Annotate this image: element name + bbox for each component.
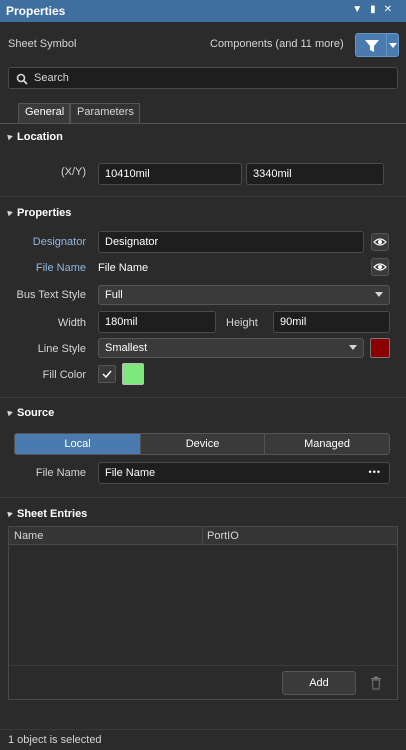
panel-title-icons: ▼▮✕ (352, 4, 400, 15)
source-section-title: Source (17, 407, 55, 419)
funnel-icon (365, 40, 379, 52)
designator-field[interactable]: Designator (98, 231, 364, 253)
fill-color-label: Fill Color (42, 369, 86, 381)
height-label: Height (226, 317, 258, 329)
filename-value[interactable]: File Name (98, 262, 148, 274)
column-header-portio[interactable]: PortIO (207, 530, 239, 542)
xy-label: (X/Y) (60, 166, 86, 178)
panel-title-bar: Properties ▼▮✕ (0, 0, 406, 22)
source-segment-local[interactable]: Local (14, 433, 141, 455)
column-header-name[interactable]: Name (14, 530, 43, 542)
source-filename-label: File Name (35, 467, 86, 479)
line-style-select[interactable]: Smallest (98, 338, 364, 358)
section-separator (0, 196, 406, 197)
y-position-field[interactable]: 3340mil (246, 163, 384, 185)
line-style-value: Smallest (105, 342, 148, 354)
eye-icon (373, 263, 387, 271)
properties-section-header[interactable]: Properties (0, 204, 406, 224)
close-icon[interactable]: ✕ (384, 4, 400, 15)
height-field[interactable]: 90mil (273, 311, 390, 333)
width-label: Width (57, 317, 86, 329)
filter-divider (386, 34, 387, 56)
filename-label: File Name (35, 262, 86, 274)
bus-text-style-value: Full (105, 289, 123, 301)
source-filename-field[interactable]: File Name ••• (98, 462, 390, 484)
location-section-header[interactable]: Location (0, 128, 406, 148)
collapse-triangle-icon (5, 132, 13, 141)
sheet-entries-table[interactable]: Name PortIO Add (8, 526, 398, 700)
tabs-underline (0, 123, 406, 124)
search-field[interactable]: Search (8, 67, 398, 89)
sheet-entries-section-header[interactable]: Sheet Entries (0, 505, 406, 525)
panel-menu-arrow-icon[interactable]: ▼ (352, 4, 370, 15)
designator-label: Designator (32, 236, 86, 248)
line-style-label: Line Style (37, 343, 86, 355)
section-separator (0, 497, 406, 498)
filename-visibility-button[interactable] (371, 258, 389, 276)
x-position-field[interactable]: 10410mil (98, 163, 242, 185)
checkmark-icon (102, 370, 112, 379)
bus-text-style-label: Bus Text Style (16, 289, 87, 301)
browse-more-icon[interactable]: ••• (369, 465, 381, 479)
collapse-triangle-icon (5, 509, 13, 518)
trash-icon[interactable] (370, 676, 382, 690)
fill-color-checkbox[interactable] (98, 365, 116, 383)
bus-text-style-select[interactable]: Full (98, 285, 390, 305)
section-separator (0, 397, 406, 398)
collapse-triangle-icon (5, 408, 13, 417)
source-segment-device[interactable]: Device (140, 433, 265, 455)
chevron-down-icon (349, 345, 357, 350)
object-type-label: Sheet Symbol (8, 38, 77, 50)
location-section-title: Location (17, 131, 63, 143)
column-divider (202, 527, 203, 544)
search-icon (16, 73, 28, 85)
filter-dropdown-arrow-icon[interactable] (389, 43, 397, 48)
eye-icon (373, 238, 387, 246)
source-segment-managed[interactable]: Managed (264, 433, 390, 455)
properties-section-title: Properties (17, 207, 72, 219)
filter-summary[interactable]: Components (and 11 more) (210, 38, 344, 50)
status-bar: 1 object is selected (0, 729, 406, 750)
source-section-header[interactable]: Source (0, 404, 406, 424)
pin-icon[interactable]: ▮ (370, 4, 384, 15)
tab-parameters[interactable]: Parameters (70, 103, 140, 123)
source-filename-value: File Name (105, 467, 156, 479)
panel-title: Properties (6, 4, 66, 18)
line-color-swatch[interactable] (370, 338, 390, 358)
selection-status: 1 object is selected (8, 734, 102, 746)
width-field[interactable]: 180mil (98, 311, 216, 333)
collapse-triangle-icon (5, 208, 13, 217)
sheet-entries-section-title: Sheet Entries (17, 508, 88, 520)
table-header: Name PortIO (9, 527, 397, 545)
filter-button[interactable] (355, 33, 399, 57)
table-footer-divider (9, 665, 397, 666)
add-entry-button[interactable]: Add (282, 671, 356, 695)
tab-general[interactable]: General (18, 103, 70, 123)
chevron-down-icon (375, 292, 383, 297)
fill-color-swatch[interactable] (122, 363, 144, 385)
designator-visibility-button[interactable] (371, 233, 389, 251)
search-input[interactable]: Search (34, 72, 69, 84)
